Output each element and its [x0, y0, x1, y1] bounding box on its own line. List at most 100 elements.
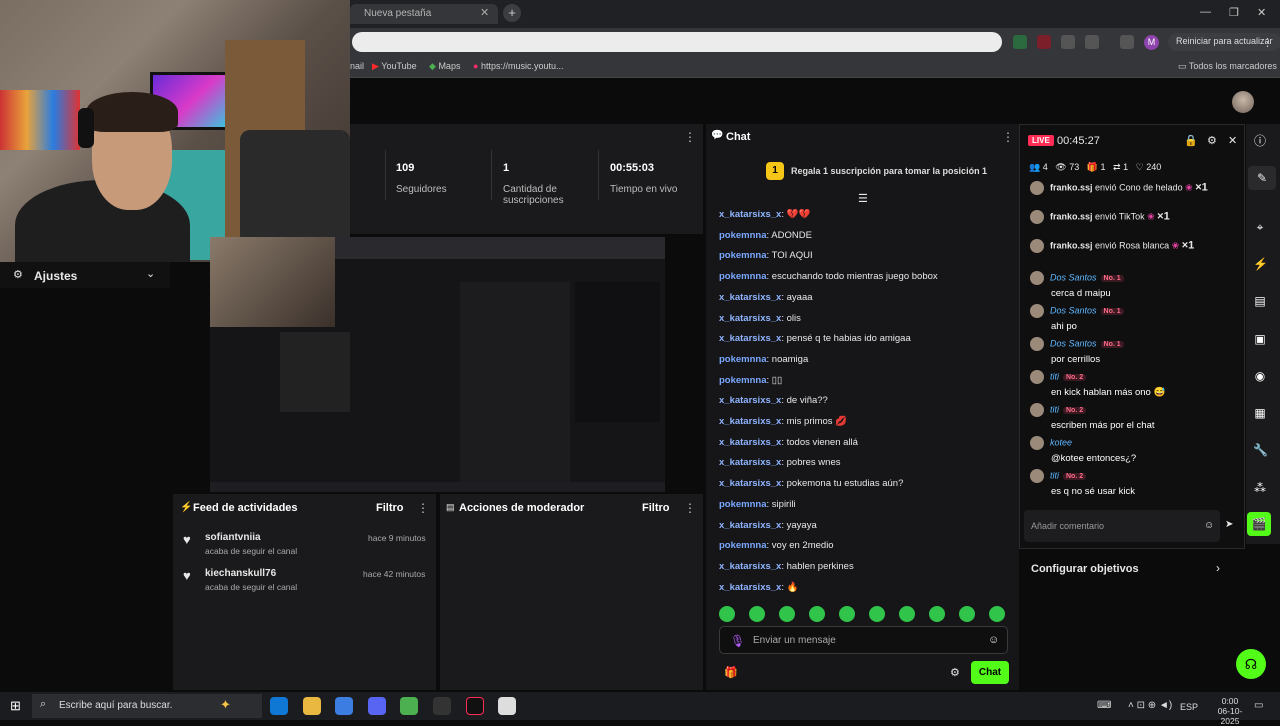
comment-user[interactable]: titi [1050, 470, 1059, 480]
bookmark-youtube[interactable]: ▶ YouTube [372, 61, 417, 72]
restore-icon[interactable]: ❐ [1229, 6, 1239, 19]
feed-user[interactable]: kiechanskull76 [205, 568, 276, 579]
network-icon[interactable]: ⁂ [1253, 481, 1267, 495]
gear-icon[interactable]: ⚙ [1207, 134, 1217, 147]
comment-input[interactable]: Añadir comentario [1024, 510, 1220, 542]
mic-icon[interactable]: 🎙 [730, 634, 745, 648]
chat-username[interactable]: x_katarsixs_x [719, 520, 781, 531]
comment-user[interactable]: Dos Santos [1050, 305, 1097, 315]
layers-icon[interactable]: ▦ [1253, 406, 1267, 420]
comment-user[interactable]: Dos Santos [1050, 338, 1097, 348]
chat-username[interactable]: x_katarsixs_x [719, 561, 781, 572]
message-icon[interactable]: ▣ [1253, 332, 1267, 346]
windows-start-icon[interactable]: ⊞ [10, 698, 21, 714]
chat-username[interactable]: x_katarsixs_x [719, 209, 781, 220]
chat-username[interactable]: x_katarsixs_x [719, 292, 781, 303]
chrome-icon[interactable] [400, 697, 418, 715]
minimize-icon[interactable]: — [1200, 6, 1211, 18]
emote-icon[interactable] [749, 606, 765, 622]
notification-icon[interactable]: ▭ [1254, 700, 1263, 711]
support-icon[interactable]: ☊ [1236, 649, 1266, 679]
discord-icon[interactable] [368, 697, 386, 715]
clipboard-icon[interactable]: ▤ [1253, 294, 1267, 308]
comment-user[interactable]: kotee [1050, 437, 1072, 447]
emote-icon[interactable] [959, 606, 975, 622]
clock[interactable]: 0:00 06-10-2025 [1214, 696, 1246, 726]
chat-username[interactable]: pokemnna [719, 250, 767, 261]
tiktok-icon[interactable] [466, 697, 484, 715]
target-icon[interactable]: ⌖ [1253, 220, 1267, 234]
gift-user[interactable]: franko.ssj [1050, 211, 1093, 221]
comment-user[interactable]: Dos Santos [1050, 272, 1097, 282]
language-indicator[interactable]: ESP [1180, 702, 1198, 712]
close-tab-icon[interactable]: ✕ [480, 6, 489, 19]
chat-menu-icon[interactable]: ⋮ [1002, 130, 1014, 144]
chat-username[interactable]: x_katarsixs_x [719, 478, 781, 489]
emote-icon[interactable] [839, 606, 855, 622]
emote-icon[interactable] [719, 606, 735, 622]
bolt-icon[interactable]: ⚡ [1253, 257, 1268, 271]
chat-username[interactable]: x_katarsixs_x [719, 313, 781, 324]
tray-icons[interactable]: ˄ ⊡ ⊕ ◄) [1128, 700, 1172, 711]
stats-menu-icon[interactable]: ⋮ [684, 130, 696, 144]
send-icon[interactable]: ➤ [1225, 519, 1233, 530]
chat-username[interactable]: pokemnna [719, 354, 767, 365]
close-window-icon[interactable]: ✕ [1257, 6, 1266, 19]
bookmark-music[interactable]: ● https://music.youtu... [473, 61, 564, 71]
chevron-right-icon[interactable]: › [1216, 561, 1220, 575]
gift-user[interactable]: franko.ssj [1050, 240, 1093, 250]
obs-icon[interactable] [433, 697, 451, 715]
emote-icon[interactable] [809, 606, 825, 622]
emoji-icon[interactable]: ☺ [1204, 520, 1214, 531]
comment-user[interactable]: titi [1050, 404, 1059, 414]
emote-icon[interactable] [869, 606, 885, 622]
shield-extension-icon[interactable] [1013, 35, 1027, 49]
info-icon[interactable]: ⓘ [1253, 134, 1267, 148]
media-icon[interactable] [1120, 35, 1134, 49]
address-bar[interactable] [352, 32, 1002, 52]
close-icon[interactable]: ✕ [1228, 134, 1237, 147]
wrench-icon[interactable]: 🔧 [1253, 443, 1268, 457]
edge-icon[interactable] [270, 697, 288, 715]
store-icon[interactable] [335, 697, 353, 715]
profile-avatar[interactable]: M [1144, 35, 1159, 50]
chat-username[interactable]: pokemnna [719, 499, 767, 510]
puzzle-icon[interactable] [1085, 35, 1099, 49]
emote-icon[interactable] [779, 606, 795, 622]
chat-username[interactable]: x_katarsixs_x [719, 582, 781, 593]
chat-username[interactable]: pokemnna [719, 271, 767, 282]
chat-username[interactable]: x_katarsixs_x [719, 395, 781, 406]
settings-bar[interactable]: ⚙ Ajustes ⌄ [0, 262, 170, 288]
app-icon[interactable] [498, 697, 516, 715]
clapper-icon[interactable]: 🎬 [1247, 512, 1271, 536]
moderator-filter-button[interactable]: Filtro [642, 502, 670, 514]
chat-username[interactable]: x_katarsixs_x [719, 457, 781, 468]
chat-send-button[interactable]: Chat [971, 661, 1009, 684]
moderator-menu-icon[interactable]: ⋮ [684, 501, 696, 515]
all-bookmarks[interactable]: ▭ Todos los marcadores [1178, 61, 1277, 72]
keyboard-icon[interactable]: ⌨ [1097, 700, 1111, 711]
broadcast-icon[interactable]: ◉ [1253, 369, 1267, 383]
menu-icon[interactable]: ⋮ [1262, 36, 1273, 49]
emote-icon[interactable] [899, 606, 915, 622]
feed-filter-button[interactable]: Filtro [376, 502, 404, 514]
lock-icon[interactable]: 🔒 [1184, 134, 1198, 147]
edit-icon[interactable]: ✎ [1248, 166, 1276, 190]
gift-user[interactable]: franko.ssj [1050, 182, 1093, 192]
user-avatar[interactable] [1232, 91, 1254, 113]
bookmark-gmail[interactable]: nail [350, 61, 364, 71]
chat-username[interactable]: pokemnna [719, 540, 767, 551]
chat-username[interactable]: x_katarsixs_x [719, 333, 781, 344]
new-tab-button[interactable]: + [503, 4, 521, 22]
feed-menu-icon[interactable]: ⋮ [417, 501, 429, 515]
bookmark-maps[interactable]: ◆ Maps [429, 61, 460, 72]
gift-icon[interactable]: 🎁 [724, 666, 738, 679]
comment-user[interactable]: titi [1050, 371, 1059, 381]
configure-goals-link[interactable]: Configurar objetivos [1031, 563, 1139, 575]
message-input[interactable]: Enviar un mensaje [719, 626, 1008, 654]
extension-icon[interactable] [1037, 35, 1051, 49]
chat-username[interactable]: pokemnna [719, 375, 767, 386]
chat-username[interactable]: x_katarsixs_x [719, 416, 781, 427]
emote-icon[interactable] [929, 606, 945, 622]
emoji-icon[interactable]: ☺ [988, 634, 999, 646]
